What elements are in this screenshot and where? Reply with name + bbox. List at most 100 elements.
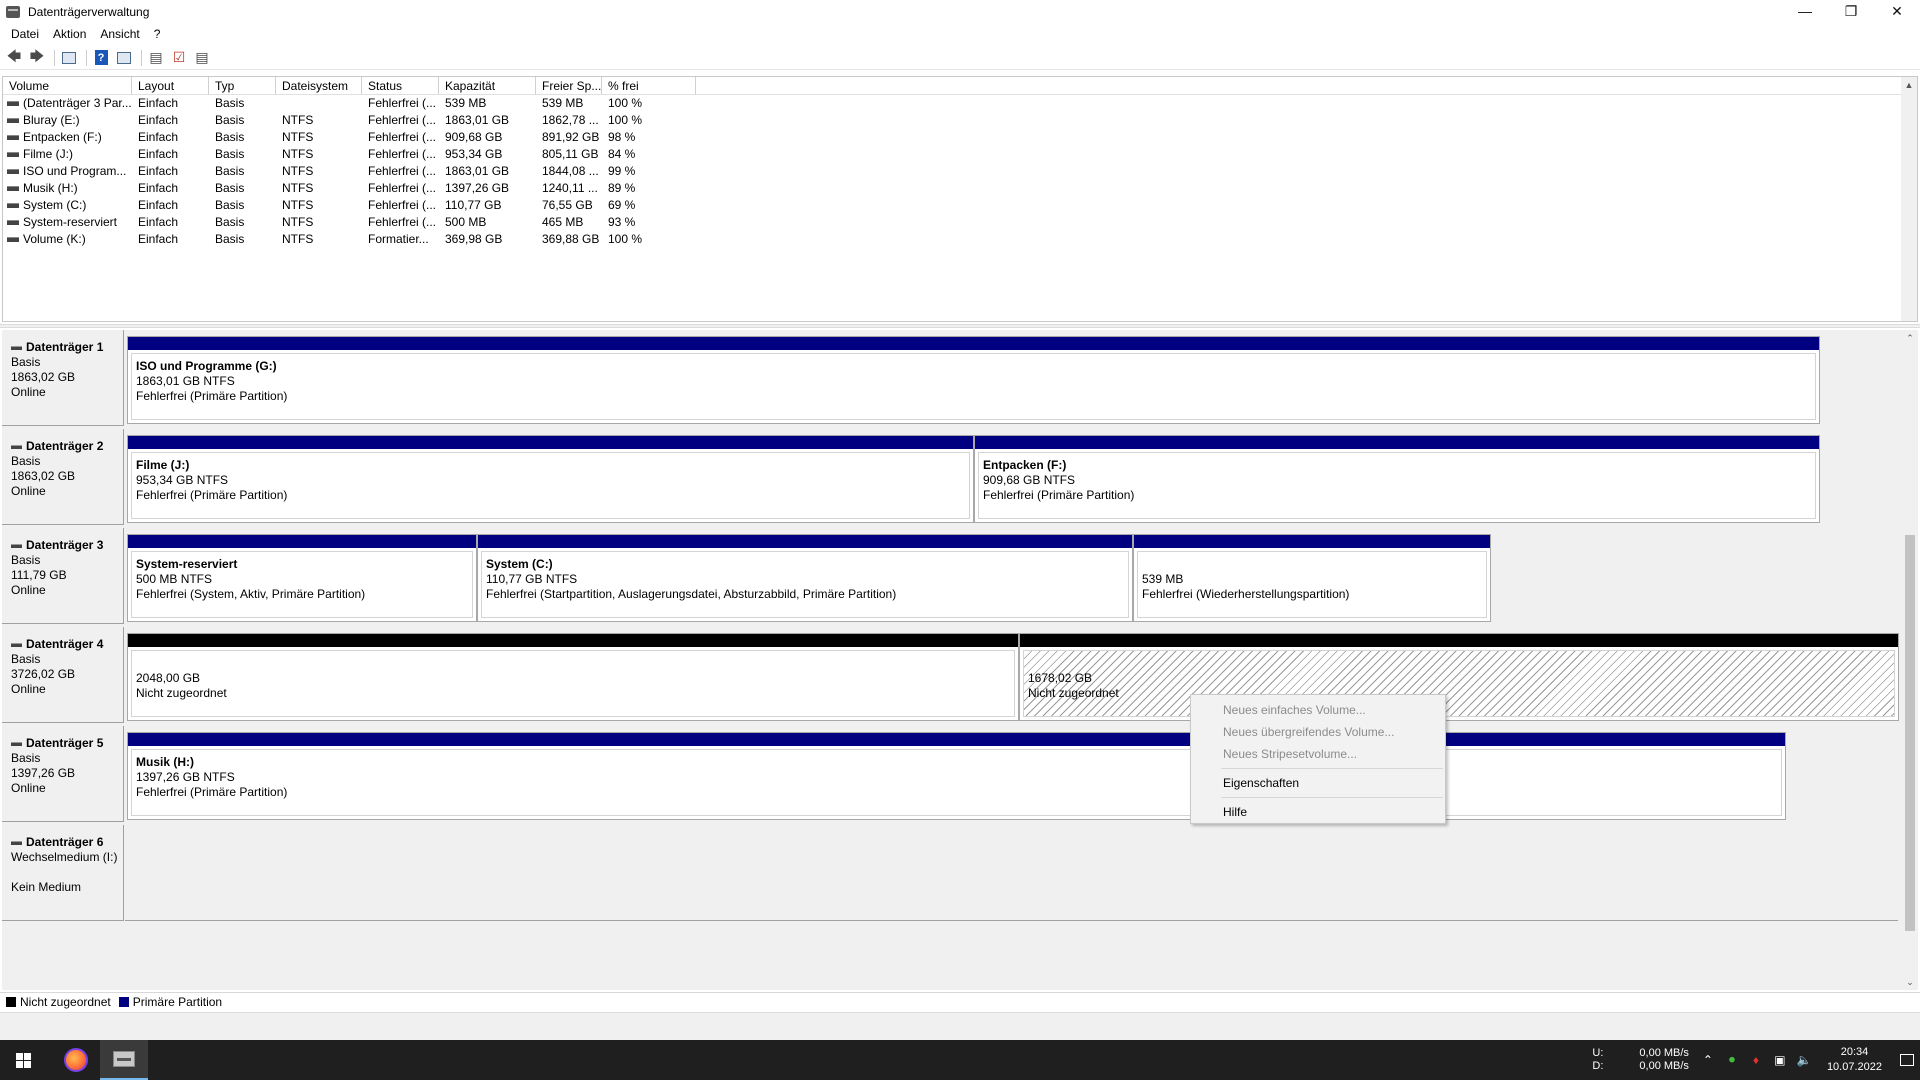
- unallocated-block-selected[interactable]: 1678,02 GB Nicht zugeordnet: [1019, 633, 1899, 721]
- cell-status: Fehlerfrei (...: [368, 147, 437, 161]
- partition-block[interactable]: Entpacken (F:) 909,68 GB NTFS Fehlerfrei…: [974, 435, 1820, 523]
- taskbar-disk-management[interactable]: [100, 1040, 148, 1080]
- menu-separator: [1221, 768, 1443, 769]
- disk-label[interactable]: Datenträger 6 Wechselmedium (I:) Kein Me…: [2, 825, 124, 921]
- clock-time: 20:34: [1840, 1046, 1869, 1058]
- column-header-free-space[interactable]: Freier Sp...: [536, 77, 602, 94]
- taskbar-firefox[interactable]: [52, 1040, 100, 1080]
- network-icon[interactable]: ▣: [1771, 1053, 1789, 1067]
- start-button[interactable]: [0, 1040, 46, 1080]
- column-header-volume[interactable]: Volume: [3, 77, 132, 94]
- partition-size: 909,68 GB NTFS: [983, 473, 1076, 487]
- disk-label[interactable]: Datenträger 3 Basis 111,79 GB Online: [2, 528, 124, 624]
- minimize-button[interactable]: —: [1782, 0, 1828, 22]
- console-tree-icon[interactable]: [59, 48, 79, 68]
- table-row[interactable]: Entpacken (F:) Einfach Basis NTFS Fehlerfrei…: [3, 129, 1917, 146]
- close-button[interactable]: ✕: [1874, 0, 1920, 22]
- disk-label[interactable]: Datenträger 4 Basis 3726,02 GB Online: [2, 627, 124, 723]
- disk-management-app-icon: [6, 6, 20, 18]
- pane-splitter[interactable]: [0, 324, 1920, 328]
- column-header-type[interactable]: Typ: [209, 77, 276, 94]
- partition-block[interactable]: Musik (H:) 1397,26 GB NTFS Fehlerfrei (P…: [127, 732, 1786, 820]
- security-icon[interactable]: ⚫: [1723, 1053, 1741, 1067]
- disk-icon[interactable]: ▤: [146, 48, 166, 68]
- disk-label[interactable]: Datenträger 2 Basis 1863,02 GB Online: [2, 429, 124, 525]
- menu-item-new-striped-volume[interactable]: Neues Stripesetvolume...: [1191, 743, 1445, 765]
- clock[interactable]: 20:34 10.07.2022: [1827, 1045, 1882, 1075]
- menu-action[interactable]: Aktion: [46, 24, 93, 44]
- partition-block[interactable]: ISO und Programme (G:) 1863,01 GB NTFS F…: [127, 336, 1820, 424]
- chevron-up-icon[interactable]: ⌃: [1699, 1053, 1717, 1067]
- back-arrow-icon[interactable]: 🡄: [4, 48, 24, 68]
- menu-help[interactable]: ?: [147, 24, 168, 44]
- scroll-up-icon[interactable]: ▲: [1901, 77, 1917, 93]
- window-title: Datenträgerverwaltung: [28, 5, 150, 19]
- disk-row: Datenträger 2 Basis 1863,02 GB Online Fi…: [2, 429, 1898, 525]
- scrollbar-thumb[interactable]: [1905, 535, 1915, 931]
- checkmark-icon[interactable]: ☑: [169, 48, 189, 68]
- partition-status: Fehlerfrei (Wiederherstellungspartition): [1142, 587, 1350, 601]
- disk-name: Datenträger 3: [26, 538, 104, 552]
- taskbar: U: D: 0,00 MB/s 0,00 MB/s ⌃ ⚫ ♦ ▣ 🔈 20:3…: [0, 1040, 1920, 1080]
- scroll-up-icon[interactable]: ⌃: [1902, 330, 1918, 346]
- partition-block[interactable]: 539 MB Fehlerfrei (Wiederherstellungspar…: [1133, 534, 1491, 622]
- disk-name: Datenträger 4: [26, 637, 104, 651]
- table-row[interactable]: Volume (K:) Einfach Basis NTFS Formatier... 3…: [3, 231, 1917, 248]
- cell-capacity: 369,98 GB: [445, 232, 503, 246]
- scroll-down-icon[interactable]: ⌄: [1902, 974, 1918, 990]
- partition-block[interactable]: System (C:) 110,77 GB NTFS Fehlerfrei (S…: [477, 534, 1133, 622]
- volume-icon: [7, 186, 19, 191]
- cell-volume: ISO und Program...: [23, 164, 127, 178]
- cell-percent-free: 100 %: [608, 113, 643, 127]
- cell-free-space: 369,88 GB: [542, 232, 600, 246]
- column-header-status[interactable]: Status: [362, 77, 439, 94]
- cell-free-space: 1240,11 ...: [542, 181, 598, 195]
- menu-item-properties[interactable]: Eigenschaften: [1191, 772, 1445, 794]
- cell-type: Basis: [215, 232, 245, 246]
- table-row[interactable]: System-reserviert Einfach Basis NTFS Fehlerf…: [3, 214, 1917, 231]
- table-row[interactable]: Bluray (E:) Einfach Basis NTFS Fehlerfrei (.…: [3, 112, 1917, 129]
- table-row[interactable]: Musik (H:) Einfach Basis NTFS Fehlerfrei (..…: [3, 180, 1917, 197]
- menu-file[interactable]: Datei: [4, 24, 46, 44]
- disk-icon: [11, 444, 22, 449]
- volume-icon: [7, 101, 19, 106]
- forward-arrow-icon[interactable]: 🡆: [27, 48, 47, 68]
- cell-volume: Entpacken (F:): [23, 130, 102, 144]
- notification-center-button[interactable]: [1894, 1040, 1920, 1080]
- column-header-capacity[interactable]: Kapazität: [439, 77, 536, 94]
- column-header-percent-free[interactable]: % frei: [602, 77, 696, 94]
- partition-block[interactable]: System-reserviert 500 MB NTFS Fehlerfrei…: [127, 534, 477, 622]
- disk-label[interactable]: Datenträger 1 Basis 1863,02 GB Online: [2, 330, 124, 426]
- unallocated-block[interactable]: 2048,00 GB Nicht zugeordnet: [127, 633, 1019, 721]
- table-row[interactable]: ISO und Program... Einfach Basis NTFS Fehler…: [3, 163, 1917, 180]
- menu-item-new-simple-volume[interactable]: Neues einfaches Volume...: [1191, 699, 1445, 721]
- red-app-icon[interactable]: ♦: [1747, 1053, 1765, 1067]
- partition-status: Fehlerfrei (Primäre Partition): [136, 488, 288, 502]
- context-menu: Neues einfaches Volume... Neues übergrei…: [1190, 694, 1446, 824]
- disk-type: Basis: [11, 751, 41, 765]
- column-header-layout[interactable]: Layout: [132, 77, 209, 94]
- menu-item-help[interactable]: Hilfe: [1191, 801, 1445, 823]
- properties-icon[interactable]: [114, 48, 134, 68]
- menu-view[interactable]: Ansicht: [93, 24, 146, 44]
- cell-percent-free: 89 %: [608, 181, 636, 195]
- table-row[interactable]: Filme (J:) Einfach Basis NTFS Fehlerfrei (..…: [3, 146, 1917, 163]
- restore-button[interactable]: ❐: [1828, 0, 1874, 22]
- table-row[interactable]: System (C:) Einfach Basis NTFS Fehlerfrei (.…: [3, 197, 1917, 214]
- disk-area-scrollbar[interactable]: ⌃ ⌄: [1902, 330, 1918, 990]
- menu-item-new-spanned-volume[interactable]: Neues übergreifendes Volume...: [1191, 721, 1445, 743]
- net-meter-values: 0,00 MB/s 0,00 MB/s: [1639, 1047, 1689, 1073]
- list-view-icon[interactable]: ▤: [192, 48, 212, 68]
- partition-name: Musik (H:): [136, 755, 194, 769]
- column-header-filesystem[interactable]: Dateisystem: [276, 77, 362, 94]
- cell-volume: Musik (H:): [23, 181, 78, 195]
- disk-label[interactable]: Datenträger 5 Basis 1397,26 GB Online: [2, 726, 124, 822]
- volume-list-scrollbar[interactable]: ▲: [1901, 77, 1917, 321]
- help-icon[interactable]: ?: [91, 48, 111, 68]
- disk-icon: [11, 345, 22, 350]
- partition-block[interactable]: Filme (J:) 953,34 GB NTFS Fehlerfrei (Pr…: [127, 435, 974, 523]
- disk-size: 3726,02 GB: [11, 667, 76, 681]
- disk-name: Datenträger 2: [26, 439, 104, 453]
- speaker-muted-icon[interactable]: 🔈: [1795, 1053, 1813, 1067]
- table-row[interactable]: (Datenträger 3 Par... Einfach Basis Fehlerf…: [3, 95, 1917, 112]
